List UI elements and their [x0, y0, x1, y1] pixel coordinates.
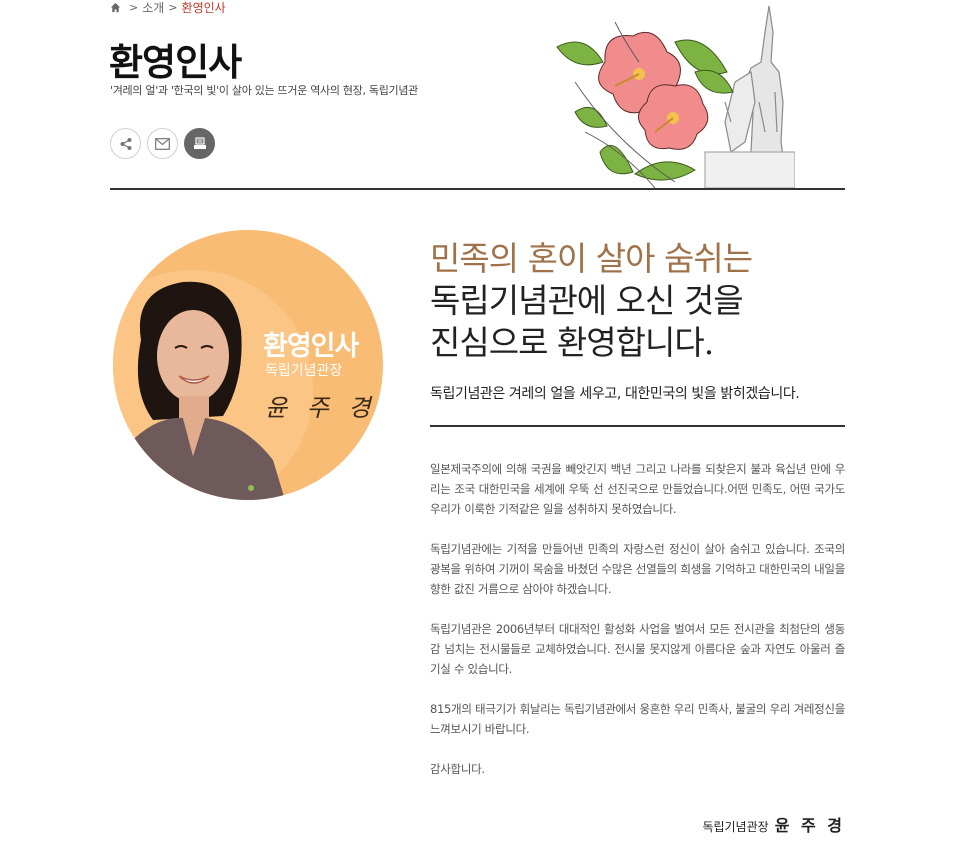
closing-signature: 독립기념관장 윤 주 경 — [702, 812, 845, 836]
share-toolbar — [110, 128, 215, 159]
welcome-headline: 민족의 혼이 살아 숨쉬는 독립기념관에 오신 것을 진심으로 환영합니다. — [430, 238, 753, 364]
signature-role: 독립기념관장 — [702, 820, 769, 834]
signature-name: 윤 주 경 — [774, 816, 845, 835]
body-paragraph: 815개의 태극기가 휘날리는 독립기념관에서 웅혼한 우리 민족사, 불굴의 … — [430, 702, 845, 736]
breadcrumb: > 소개 > 환영인사 — [110, 0, 226, 16]
headline-line-3: 진심으로 환영합니다. — [430, 323, 714, 362]
headline-line-2: 독립기념관에 오신 것을 — [430, 281, 744, 320]
body-paragraph: 독립기념관에는 기적을 만들어낸 민족의 자랑스런 정신이 살아 숨쉬고 있습니… — [430, 542, 845, 596]
print-icon — [193, 136, 206, 149]
director-photo — [113, 270, 313, 500]
director-portrait: 환영인사 독립기념관장 윤 주 경 — [113, 230, 383, 500]
portrait-signature: 윤 주 경 — [265, 394, 377, 422]
share-button[interactable] — [110, 128, 141, 159]
home-icon[interactable] — [110, 2, 121, 13]
share-icon — [120, 137, 131, 150]
breadcrumb-item-intro[interactable]: 소개 — [142, 0, 164, 16]
print-button[interactable] — [184, 128, 215, 159]
headline-line-1: 민족의 혼이 살아 숨쉬는 — [430, 239, 753, 278]
body-paragraph: 감사합니다. — [430, 762, 485, 776]
welcome-message-body: 일본제국주의에 의해 국권을 빼앗긴지 백년 그리고 나라를 되찾은지 불과 육… — [430, 459, 845, 799]
body-paragraph: 독립기념관은 2006년부터 대대적인 활성화 사업을 벌여서 모든 전시관을 … — [430, 622, 845, 676]
portrait-title: 환영인사 — [263, 331, 359, 362]
header-flower-illustration — [556, 5, 795, 188]
chevron-right-icon: > — [168, 0, 178, 14]
lead-sentence: 독립기념관은 겨레의 얼을 세우고, 대한민국의 빛을 밝히겠습니다. — [430, 386, 800, 402]
breadcrumb-item-current: 환영인사 — [181, 0, 226, 15]
page-title: 환영인사 — [109, 41, 242, 84]
header-divider — [110, 188, 845, 190]
mail-icon — [155, 137, 170, 150]
body-paragraph: 일본제국주의에 의해 국권을 빼앗긴지 백년 그리고 나라를 되찾은지 불과 육… — [430, 462, 845, 516]
mail-button[interactable] — [147, 128, 178, 159]
chevron-right-icon: > — [129, 0, 139, 14]
page-subtitle: '겨레의 얼'과 '한국의 빛'이 살아 있는 뜨거운 역사의 현장, 독립기념… — [110, 84, 418, 97]
portrait-role: 독립기념관장 — [265, 363, 343, 379]
content-divider — [430, 425, 845, 427]
